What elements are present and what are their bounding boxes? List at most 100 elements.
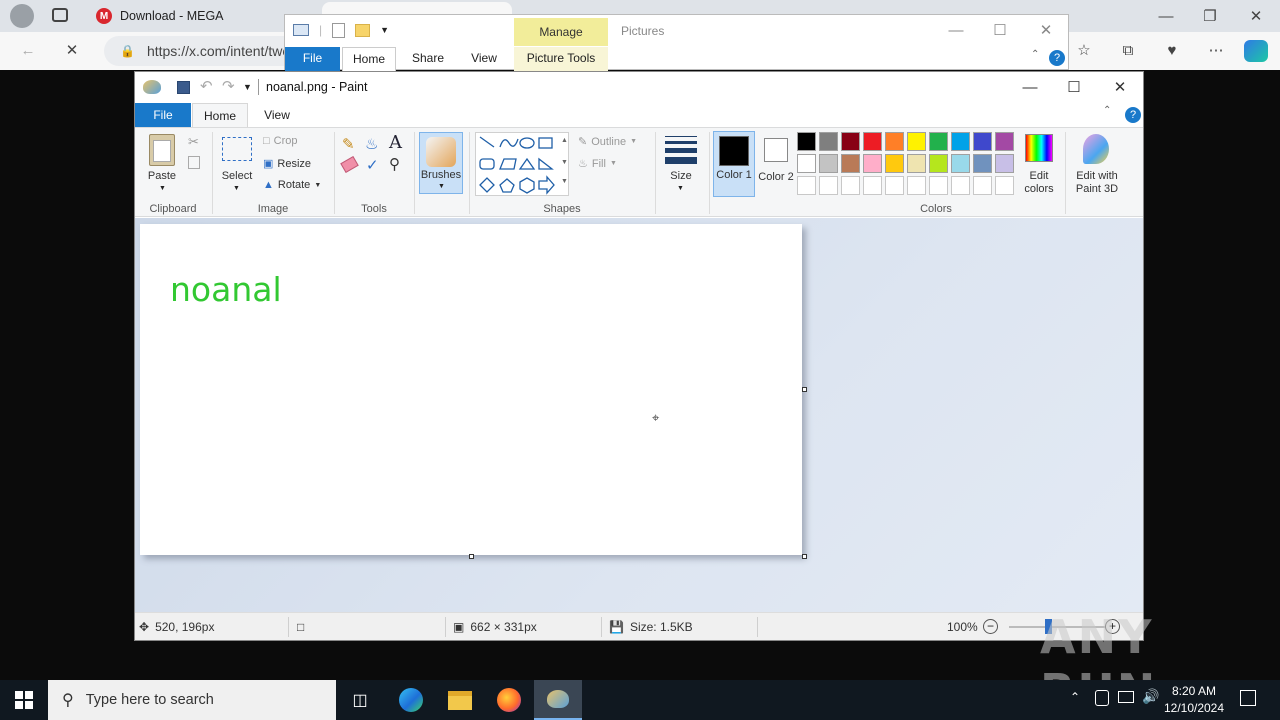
address-bar[interactable]: 🔒 https://x.com/intent/tweet: [104, 36, 304, 66]
back-icon[interactable]: ←: [14, 36, 42, 64]
color-swatch[interactable]: [973, 154, 992, 173]
color1-button[interactable]: Color 1: [713, 131, 755, 197]
ribbon-collapse-icon[interactable]: ⌃: [1031, 49, 1039, 60]
brushes-button[interactable]: Brushes ▼: [419, 132, 463, 194]
paint-minimize-icon[interactable]: —: [1007, 72, 1053, 102]
color-swatch[interactable]: [797, 176, 816, 195]
color-swatch[interactable]: [885, 176, 904, 195]
network-icon[interactable]: [1118, 691, 1134, 703]
paint-tab-file[interactable]: File: [135, 103, 191, 127]
stop-icon[interactable]: ✕: [58, 36, 86, 64]
shapes-gallery[interactable]: [475, 132, 569, 196]
size-button-label[interactable]: Size: [661, 170, 701, 183]
paint-close-icon[interactable]: ✕: [1097, 72, 1143, 102]
resize-handle-bottom[interactable]: [469, 554, 474, 559]
device-icon[interactable]: [1095, 690, 1109, 706]
explorer-tab-home[interactable]: Home: [342, 47, 396, 71]
customize-qat-icon[interactable]: ▼: [243, 82, 252, 92]
firefox-taskbar-icon[interactable]: [485, 680, 533, 720]
explorer-close-icon[interactable]: ✕: [1023, 15, 1069, 45]
color-swatch[interactable]: [907, 132, 926, 151]
paste-button-label[interactable]: Paste: [143, 170, 181, 183]
canvas-area[interactable]: noanal ⌖: [135, 218, 1143, 612]
magnifier-icon[interactable]: ⚲: [389, 155, 400, 173]
color-swatch[interactable]: [995, 154, 1014, 173]
show-hidden-icons-icon[interactable]: ⌃: [1070, 690, 1080, 704]
color-swatch[interactable]: [841, 176, 860, 195]
edit-colors-label[interactable]: Edit colors: [1017, 170, 1061, 196]
color-swatch[interactable]: [929, 154, 948, 173]
color-swatch[interactable]: [863, 154, 882, 173]
color2-button[interactable]: Color 2: [758, 131, 794, 197]
color-swatch[interactable]: [951, 132, 970, 151]
paint-taskbar-icon[interactable]: [534, 680, 582, 720]
zoom-out-icon[interactable]: −: [983, 619, 998, 634]
color-swatch[interactable]: [929, 176, 948, 195]
color-swatch[interactable]: [841, 154, 860, 173]
color-swatch[interactable]: [819, 132, 838, 151]
color-swatch[interactable]: [819, 154, 838, 173]
start-button[interactable]: [0, 680, 48, 720]
edit-colors-icon[interactable]: [1025, 134, 1053, 162]
resize-button[interactable]: ▣ Resize: [263, 157, 311, 171]
select-button-label[interactable]: Select: [217, 170, 257, 183]
text-tool-icon[interactable]: A: [389, 132, 402, 153]
restore-icon[interactable]: ❐: [1196, 2, 1224, 30]
color-swatch[interactable]: [863, 176, 882, 195]
favorites-icon[interactable]: ☆: [1070, 36, 1098, 64]
edge-taskbar-icon[interactable]: [387, 680, 435, 720]
explorer-minimize-icon[interactable]: —: [933, 15, 979, 45]
rotate-button[interactable]: ▲ Rotate ▼: [263, 179, 321, 191]
pencil-icon[interactable]: ✎: [342, 135, 355, 153]
cut-icon[interactable]: ✂: [188, 134, 199, 150]
color-swatch[interactable]: [951, 176, 970, 195]
browser-tab-mega[interactable]: M Download - MEGA: [86, 2, 276, 30]
explorer-tab-file[interactable]: File: [285, 47, 340, 71]
more-icon[interactable]: ⋯: [1202, 36, 1230, 64]
explorer-tab-view[interactable]: View: [461, 47, 507, 71]
customize-qat-icon[interactable]: ▼: [380, 25, 389, 35]
taskbar-clock[interactable]: 8:20 AM 12/10/2024: [1156, 683, 1232, 717]
profile-avatar[interactable]: [10, 4, 34, 28]
shapes-expand-icon[interactable]: ▼: [561, 178, 568, 185]
paint-tab-view[interactable]: View: [255, 103, 299, 127]
properties-icon[interactable]: [332, 22, 346, 38]
size-dropdown-icon[interactable]: ▼: [677, 185, 684, 192]
paste-dropdown-icon[interactable]: ▼: [159, 185, 166, 192]
save-icon[interactable]: [177, 81, 190, 94]
color-picker-icon[interactable]: ✓: [366, 156, 379, 174]
color-swatch[interactable]: [973, 176, 992, 195]
paint3d-icon[interactable]: [1083, 134, 1109, 164]
undo-icon[interactable]: ↶: [200, 77, 213, 95]
color-swatch[interactable]: [973, 132, 992, 151]
edit-paint3d-label[interactable]: Edit with Paint 3D: [1069, 170, 1125, 196]
color-swatch[interactable]: [907, 154, 926, 173]
select-icon[interactable]: [222, 137, 252, 161]
color-swatch[interactable]: [885, 132, 904, 151]
crop-button[interactable]: □ Crop: [263, 135, 298, 147]
size-icon[interactable]: [665, 136, 697, 164]
color-swatch[interactable]: [863, 132, 882, 151]
color-swatch[interactable]: [797, 132, 816, 151]
color-swatch[interactable]: [929, 132, 948, 151]
collections-icon[interactable]: ⧉: [1114, 36, 1142, 64]
color-swatch[interactable]: [951, 154, 970, 173]
shapes-scroll-up-icon[interactable]: ▲: [561, 137, 568, 144]
explorer-tab-picture-tools[interactable]: Picture Tools: [514, 47, 608, 71]
select-dropdown-icon[interactable]: ▼: [233, 185, 240, 192]
resize-handle-corner[interactable]: [802, 554, 807, 559]
new-folder-icon[interactable]: [355, 23, 371, 37]
explorer-maximize-icon[interactable]: ☐: [977, 15, 1023, 45]
copilot-icon[interactable]: [1244, 40, 1268, 62]
taskbar-search[interactable]: ⚲ Type here to search: [48, 680, 336, 720]
color-swatch[interactable]: [995, 176, 1014, 195]
redo-icon[interactable]: ↷: [222, 77, 235, 95]
color-swatch[interactable]: [995, 132, 1014, 151]
notifications-icon[interactable]: [1240, 690, 1256, 706]
paste-icon[interactable]: [149, 134, 175, 166]
color-swatch[interactable]: [885, 154, 904, 173]
browser-essentials-icon[interactable]: ♥: [1158, 36, 1186, 64]
drawing-canvas[interactable]: noanal ⌖: [140, 224, 802, 555]
close-icon[interactable]: ✕: [1242, 2, 1270, 30]
copy-icon[interactable]: [188, 156, 200, 169]
